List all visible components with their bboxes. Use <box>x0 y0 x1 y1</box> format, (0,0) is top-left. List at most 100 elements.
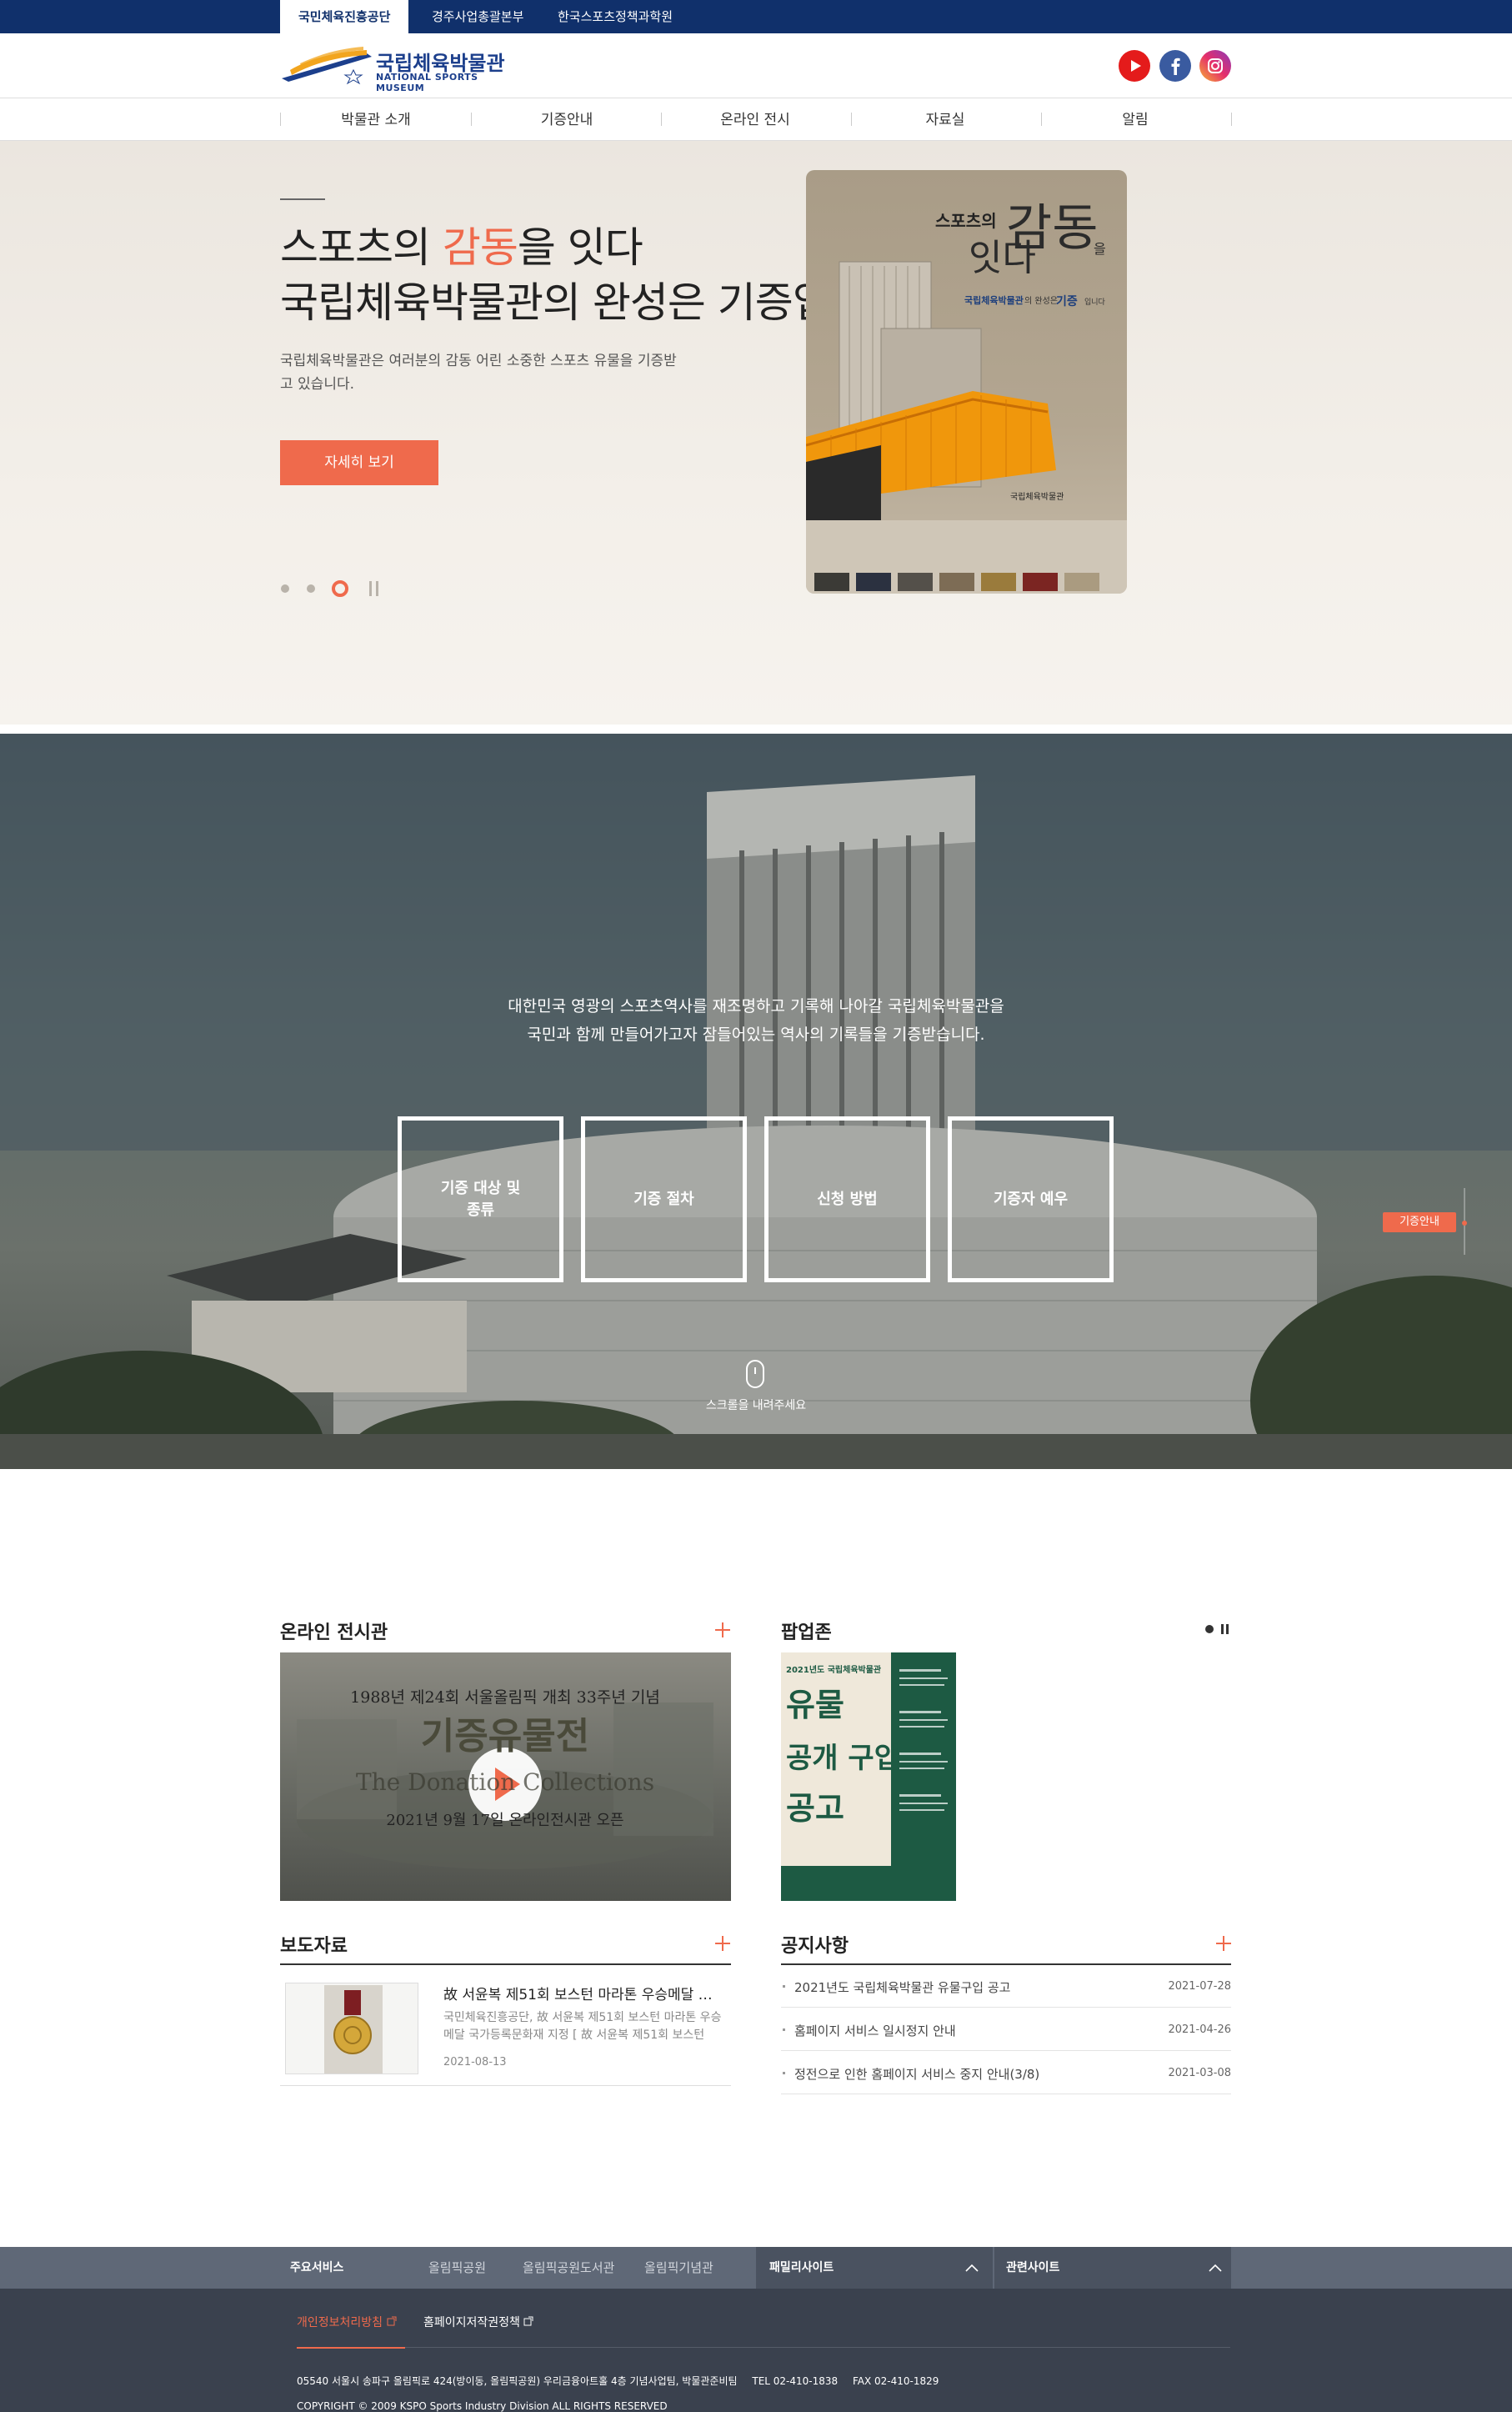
footer-fax: FAX 02-410-1829 <box>852 2375 939 2387</box>
popup-banner[interactable]: 2021년도 국립체육박물관 유물 공개 구입 공고 <box>781 1652 956 1901</box>
slider-controls <box>280 579 388 602</box>
popupzone-title: 팝업존 <box>781 1622 832 1643</box>
thumb-image[interactable] <box>1064 573 1099 591</box>
tab-gyeongju[interactable]: 경주사업총괄본부 <box>413 0 542 33</box>
guide-box-label: 기증자 예우 <box>993 1190 1069 1208</box>
thumb-image[interactable] <box>898 573 933 591</box>
hero-title-part: 스포츠의 <box>280 223 443 272</box>
notice-item-date: 2021-03-08 <box>1168 2067 1231 2079</box>
footer-navigation: 주요서비스 올림픽공원 올림픽공원도서관 올림픽기념관 패밀리사이트 관련사이트 <box>0 2247 1512 2289</box>
thumb-image[interactable] <box>939 573 974 591</box>
press-divider <box>280 1963 731 1965</box>
thumb-image[interactable] <box>814 573 849 591</box>
site-logo[interactable]: 국립체육박물관 NATIONAL SPORTS MUSEUM <box>280 45 513 93</box>
nav-item-about[interactable]: 박물관 소개 <box>281 99 471 141</box>
copyright-policy-label: 홈페이지저작권정책 <box>423 2316 520 2329</box>
top-site-bar: 국민체육진흥공단 경주사업총괄본부 한국스포츠정책과학원 <box>0 0 1512 33</box>
online-more-plus-icon[interactable] <box>715 1622 730 1637</box>
popup-text: 공개 구입 <box>786 1742 900 1775</box>
footer-copyright: COPYRIGHT © 2009 KSPO Sports Industry Di… <box>297 2400 668 2412</box>
press-item-title: 故 서윤복 제51회 보스턴 마라톤 우승메달 … <box>443 1987 713 2003</box>
nav-item-notice[interactable]: 알림 <box>1040 99 1230 141</box>
press-item[interactable]: 故 서윤복 제51회 보스턴 마라톤 우승메달 … 국민체육진흥공단, 故 서윤… <box>280 1983 731 2074</box>
pause-icon[interactable] <box>1221 1624 1224 1634</box>
family-site-label: 패밀리사이트 <box>769 2261 834 2274</box>
family-site-select[interactable]: 패밀리사이트 <box>756 2247 993 2289</box>
copyright-policy-link[interactable]: 홈페이지저작권정책 <box>423 2314 533 2330</box>
footer-link-olympic-park[interactable]: 올림픽공원 <box>428 2247 486 2289</box>
notice-more-plus-icon[interactable] <box>1216 1936 1231 1951</box>
hero-title-part: 을 잇다 <box>517 223 643 272</box>
nav-item-archive[interactable]: 자료실 <box>850 99 1040 141</box>
poster-text: 의 완성은 <box>1024 296 1058 306</box>
pause-icon[interactable] <box>369 581 372 596</box>
video-caption: 기증유물전 <box>421 1715 589 1758</box>
hero-banner: 스포츠의 감동을 잇다 국립체육박물관의 완성은 기증입니다. 국립체육박물관은… <box>0 141 1512 725</box>
poster-text: 입니다 <box>1084 297 1106 307</box>
online-exhibition-title: 온라인 전시관 <box>280 1622 388 1643</box>
donation-poster: 스포츠의 감동 을 잇다 국립체육박물관 의 완성은 기증 입니다 국립체육박물… <box>806 170 1127 594</box>
related-site-select[interactable]: 관련사이트 <box>994 2247 1231 2289</box>
side-tag-donation[interactable]: 기증안내 <box>1383 1212 1456 1232</box>
museum-building-background <box>0 734 1512 1469</box>
guide-box-courtesy[interactable]: 기증자 예우 <box>948 1116 1114 1282</box>
poster-text: 국립체육박물관 <box>964 294 1024 306</box>
guide-box-target[interactable]: 기증 대상 및 종류 <box>398 1116 563 1282</box>
guide-box-procedure[interactable]: 기증 절차 <box>581 1116 747 1282</box>
notice-title: 공지사항 <box>781 1936 849 1957</box>
nav-item-donation[interactable]: 기증안내 <box>472 99 662 141</box>
notice-item-title: 2021년도 국립체육박물관 유물구입 공고 <box>794 1980 1011 1995</box>
facebook-icon[interactable] <box>1159 50 1191 82</box>
thumb-image[interactable] <box>1023 573 1058 591</box>
nav-divider <box>1231 113 1232 126</box>
slider-dot-active[interactable] <box>332 580 348 597</box>
site-footer: 개인정보처리방침 홈페이지저작권정책 05540 서울시 송파구 올림픽로 42… <box>0 2289 1512 2412</box>
chevron-up-icon <box>1209 2264 1222 2272</box>
footer-tel: TEL 02-410-1838 <box>752 2375 839 2387</box>
guide-box-label: 신청 방법 <box>817 1190 878 1208</box>
online-exhibition-video[interactable]: 1988년 제24회 서울올림픽 개최 33주년 기념 기증유물전 The Do… <box>280 1652 731 1901</box>
privacy-policy-link[interactable]: 개인정보처리방침 <box>297 2314 397 2330</box>
popup-text: 공고 <box>786 1790 844 1827</box>
chevron-up-icon <box>965 2264 979 2272</box>
popup-controls <box>1205 1624 1229 1634</box>
nav-item-online-exhibition[interactable]: 온라인 전시 <box>660 99 850 141</box>
related-site-label: 관련사이트 <box>1006 2261 1060 2274</box>
site-header: 국립체육박물관 NATIONAL SPORTS MUSEUM <box>0 33 1512 98</box>
footer-address: 05540 서울시 송파구 올림픽로 424(방이동, 올림픽공원) 우리금융아… <box>297 2375 738 2387</box>
youtube-icon[interactable] <box>1119 50 1150 82</box>
thumb-image[interactable] <box>856 573 891 591</box>
notice-item-date: 2021-04-26 <box>1168 2023 1231 2036</box>
popup-text: 유물 <box>786 1687 844 1723</box>
privacy-policy-label: 개인정보처리방침 <box>297 2316 383 2329</box>
video-caption: 1988년 제24회 서울올림픽 개최 33주년 기념 <box>350 1688 660 1707</box>
bullet-icon <box>783 2028 785 2031</box>
footer-link-memorial[interactable]: 올림픽기념관 <box>644 2247 713 2289</box>
press-item-desc: 국민체육진흥공단, 故 서윤복 제51회 보스턴 마라톤 우승메달 국가등록문화… <box>443 2011 722 2042</box>
thumb-image[interactable] <box>981 573 1016 591</box>
instagram-icon[interactable] <box>1199 50 1231 82</box>
hero-more-button[interactable]: 자세히 보기 <box>280 440 438 485</box>
notice-item[interactable]: 2021년도 국립체육박물관 유물구입 공고 2021-07-28 <box>781 1965 1231 2008</box>
tab-kspo[interactable]: 국민체육진흥공단 <box>280 0 409 33</box>
press-more-plus-icon[interactable] <box>715 1936 730 1951</box>
notice-item[interactable]: 정전으로 인한 홈페이지 서비스 중지 안내(3/8) 2021-03-08 <box>781 2052 1231 2094</box>
popup-dot[interactable] <box>1205 1625 1214 1633</box>
slider-dot[interactable] <box>281 584 289 593</box>
guide-intro: 대한민국 영광의 스포츠역사를 재조명하고 기록해 나아갈 국립체육박물관을 국… <box>0 992 1512 1049</box>
hero-description: 국립체육박물관은 여러분의 감동 어린 소중한 스포츠 유물을 기증받고 있습니… <box>280 353 677 393</box>
logo-subtitle: NATIONAL SPORTS MUSEUM <box>376 72 478 93</box>
guide-box-apply[interactable]: 신청 방법 <box>764 1116 930 1282</box>
press-title: 보도자료 <box>280 1936 348 1957</box>
press-bottom-line <box>280 2085 731 2086</box>
poster-text: 스포츠의 <box>935 211 997 231</box>
guide-box-label: 기증 절차 <box>633 1190 694 1208</box>
notice-item[interactable]: 홈페이지 서비스 일시정지 안내 2021-04-26 <box>781 2008 1231 2051</box>
footer-link-library[interactable]: 올림픽공원도서관 <box>523 2247 614 2289</box>
medal-icon <box>333 2016 372 2054</box>
bullet-icon <box>783 2072 785 2074</box>
video-caption: The Donation Collections <box>356 1768 654 1796</box>
slider-dot[interactable] <box>307 584 315 593</box>
tab-kspo-institute[interactable]: 한국스포츠정책과학원 <box>539 0 691 33</box>
guide-intro-line: 국민과 함께 만들어가고자 잠들어있는 역사의 기록들을 기증받습니다. <box>527 1025 985 1044</box>
